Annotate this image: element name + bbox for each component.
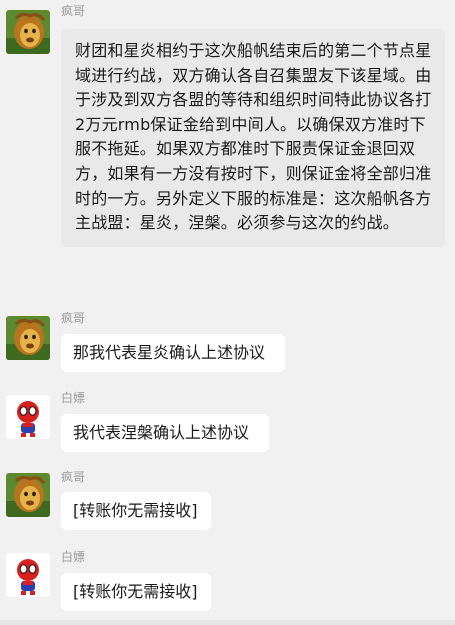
spiderman-avatar-icon[interactable]: [6, 395, 50, 439]
message-bubble[interactable]: 财团和星炎相约于这次船帆结束后的第二个节点星域进行约战，双方确认各自召集盟友下该…: [61, 29, 445, 247]
spiderman-avatar-icon[interactable]: [6, 553, 50, 597]
lion-avatar-icon[interactable]: [6, 316, 50, 360]
chat-window: 疯哥 财团和星炎相约于这次船帆结束后的第二个节点星域进行约战，双方确认各自召集盟…: [0, 0, 455, 625]
sender-name: 白嫖: [61, 550, 86, 564]
divider: [0, 620, 455, 625]
lion-avatar-icon[interactable]: [6, 473, 50, 517]
message-bubble[interactable]: 我代表涅槃确认上述协议: [61, 414, 269, 452]
transfer-message-bubble[interactable]: [转账你无需接收]: [61, 573, 211, 611]
sender-name: 白嫖: [61, 391, 86, 405]
sender-name: 疯哥: [61, 470, 86, 484]
message-bubble[interactable]: 那我代表星炎确认上述协议: [61, 334, 285, 372]
sender-name: 疯哥: [61, 4, 86, 18]
lion-avatar-icon[interactable]: [6, 10, 50, 54]
transfer-message-bubble[interactable]: [转账你无需接收]: [61, 492, 211, 530]
sender-name: 疯哥: [61, 311, 86, 325]
